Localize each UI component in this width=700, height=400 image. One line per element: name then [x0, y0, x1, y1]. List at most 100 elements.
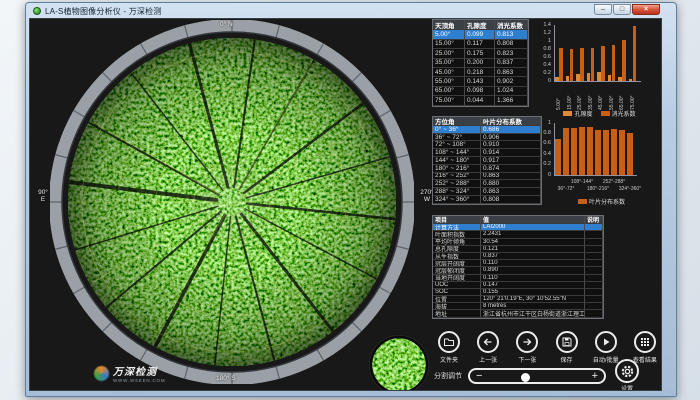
y-axis-tick-label: 0.6: [538, 140, 551, 146]
table-cell: 35.00°: [433, 59, 465, 68]
table-cell: 计算方法: [433, 224, 481, 231]
table-row[interactable]: 位置120° 21'0.19"E, 30° 10'52.55"N: [433, 296, 603, 303]
previous-image-button[interactable]: 上一张: [469, 331, 507, 364]
bar: [555, 139, 561, 175]
table-cell: 0.917: [481, 157, 541, 165]
table-cell: 地址: [433, 310, 481, 317]
maximize-button[interactable]: □: [613, 4, 631, 15]
y-axis-tick-label: 0.8: [536, 46, 551, 52]
grid-icon: [634, 331, 656, 353]
table-row[interactable]: 叶面积指数2.2431: [433, 231, 603, 238]
table-cell: 0.147: [481, 282, 585, 289]
table-cell: UOC: [433, 282, 481, 289]
table-cell: 288° ~ 324°: [433, 188, 481, 196]
table-row[interactable]: 75.00°0.0441.366: [433, 96, 528, 105]
table-cell: 0.110: [481, 260, 585, 267]
x-axis-tick-label: 75.00°: [629, 84, 637, 110]
table-cell: 平均叶倾角: [433, 239, 481, 246]
table-row[interactable]: 324° ~ 360°0.808: [433, 196, 541, 204]
y-axis-tick-label: 1.4: [536, 22, 551, 28]
y-axis: [554, 25, 555, 81]
table-cell: 2.2431: [481, 231, 585, 238]
bar: [591, 48, 595, 81]
table-row[interactable]: 总孔隙度0.121: [433, 246, 603, 253]
table-cell: 0.906: [481, 134, 541, 142]
table-cell: 0.890: [481, 267, 585, 274]
table-row[interactable]: 65.00°0.0981.024: [433, 87, 528, 96]
table-cell: 0.155: [481, 289, 585, 296]
table-row[interactable]: 45.00°0.2180.863: [433, 68, 528, 77]
table-row[interactable]: 36° ~ 72°0.906: [433, 134, 541, 142]
table-row[interactable]: 25.00°0.1750.823: [433, 49, 528, 58]
table-cell: 216° ~ 252°: [433, 173, 481, 181]
table-row[interactable]: 当地开阔度0.110: [433, 275, 603, 282]
table-cell: 0.863: [481, 173, 541, 181]
table-row[interactable]: 冠层郁闭度0.890: [433, 267, 603, 274]
table-row[interactable]: 0° ~ 36°0.686: [433, 126, 541, 134]
y-axis-tick-label: 0.8: [538, 130, 551, 136]
save-button[interactable]: 保存: [548, 331, 586, 364]
image-thumbnail[interactable]: [368, 334, 430, 391]
table-row[interactable]: 15.00°0.1170.808: [433, 40, 528, 49]
table-cell: 0.837: [481, 253, 585, 260]
table-row[interactable]: 计算方法LAI2000: [433, 224, 603, 231]
table-row[interactable]: 180° ~ 216°0.874: [433, 165, 541, 173]
table-cell: 252° ~ 288°: [433, 180, 481, 188]
table-row[interactable]: 72° ~ 108°0.910: [433, 141, 541, 149]
table-row[interactable]: 35.00°0.2000.837: [433, 59, 528, 68]
table-cell: 1.366: [495, 96, 528, 105]
table-cell: 45.00°: [433, 68, 465, 77]
table-cell: 5.00°: [433, 30, 465, 39]
table-cell: 55.00°: [433, 77, 465, 86]
table-row[interactable]: 冠层开阔度0.110: [433, 260, 603, 267]
table-row[interactable]: UOC0.147: [433, 282, 603, 289]
y-axis-tick-label: 1.2: [536, 30, 551, 36]
settings-button[interactable]: 设置: [610, 359, 644, 391]
fisheye-canopy-image[interactable]: [50, 20, 414, 384]
split-adjust-slider[interactable]: − +: [468, 368, 606, 384]
table-cell: 0.099: [465, 30, 495, 39]
y-axis-tick-label: 0.6: [536, 54, 551, 60]
table-cell: 浙江省杭州市江干区白杨街道浙江理工大学附近: [481, 310, 585, 317]
close-button[interactable]: ×: [632, 4, 660, 15]
wseen-logo-icon: [94, 366, 109, 381]
slider-minus-button[interactable]: −: [476, 371, 482, 381]
minimize-button[interactable]: –: [594, 4, 612, 15]
table-row[interactable]: 5.00°0.0990.813: [433, 30, 528, 39]
y-axis-tick-label: 0: [536, 78, 551, 84]
table-row[interactable]: 丛生指数0.837: [433, 253, 603, 260]
table-cell: 65.00°: [433, 87, 465, 96]
x-axis-tick-label: 324°-360°: [619, 186, 641, 192]
chart-legend: 叶片分布系数: [538, 197, 662, 206]
table-row[interactable]: 108° ~ 144°0.914: [433, 149, 541, 157]
table-row[interactable]: 海拔8 metres: [433, 303, 603, 310]
table-row[interactable]: 288° ~ 324°0.863: [433, 188, 541, 196]
main-content: 0° N 180° S 90°E 270°W 天顶角孔隙度消光系数5.00°0.…: [29, 18, 662, 391]
table-row[interactable]: 252° ~ 288°0.880: [433, 180, 541, 188]
table-row[interactable]: 地址浙江省杭州市江干区白杨街道浙江理工大学附近: [433, 310, 603, 317]
wseen-logo: 万深检测 WWW.WSEEN.COM: [94, 363, 165, 383]
app-window: LA-S植物图像分析仪 - 万深检测 – □ ×: [25, 2, 677, 397]
parameters-table: 项目值说明计算方法LAI2000叶面积指数2.2431平均叶倾角30.54总孔隙…: [432, 215, 604, 319]
slider-thumb[interactable]: [521, 373, 530, 382]
table-row[interactable]: SOC0.155: [433, 289, 603, 296]
table-row[interactable]: 144° ~ 180°0.917: [433, 157, 541, 165]
table-cell: 0.823: [495, 49, 528, 58]
logo-tagline: WWW.WSEEN.COM: [113, 378, 165, 383]
table-row[interactable]: 55.00°0.1430.902: [433, 77, 528, 86]
column-header: 项目: [433, 216, 481, 224]
bar: [627, 133, 633, 175]
table-cell: [585, 296, 603, 303]
table-row[interactable]: 216° ~ 252°0.863: [433, 173, 541, 181]
legend-swatch: [563, 111, 572, 116]
next-image-button[interactable]: 下一张: [508, 331, 546, 364]
table-cell: 0.686: [481, 126, 541, 134]
table-cell: [585, 224, 603, 231]
table-cell: 0.218: [465, 68, 495, 77]
title-bar[interactable]: LA-S植物图像分析仪 - 万深检测 – □ ×: [29, 4, 662, 18]
split-adjust-label: 分割调节: [434, 371, 462, 381]
folder-button[interactable]: 文件夹: [430, 331, 468, 364]
table-row[interactable]: 平均叶倾角30.54: [433, 239, 603, 246]
table-cell: 25.00°: [433, 49, 465, 58]
slider-plus-button[interactable]: +: [592, 371, 598, 381]
